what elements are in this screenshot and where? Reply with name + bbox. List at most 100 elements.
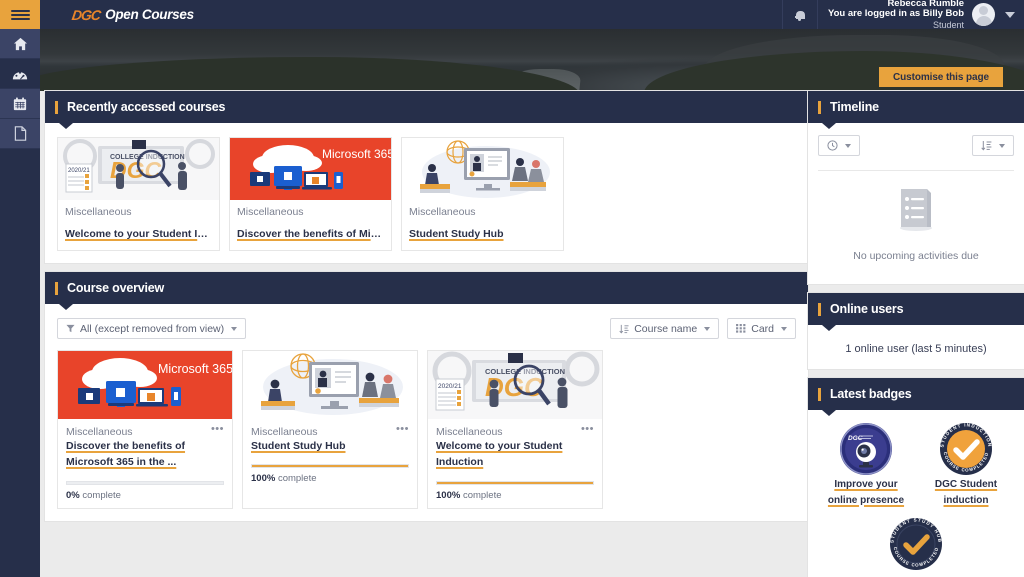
- online-users-block: Online users 1 online user (last 5 minut…: [808, 293, 1024, 369]
- home-icon: [13, 37, 27, 50]
- course-overview-block: Course overview All (except removed from…: [45, 272, 808, 521]
- online-users-text: 1 online user (last 5 minutes): [845, 343, 987, 355]
- left-nav-rail: [0, 29, 40, 577]
- progress-label: 100% complete: [251, 473, 409, 484]
- course-card[interactable]: COLLEGE INDUCTION DGC 2020/21 Miscellane…: [57, 137, 220, 252]
- course-card[interactable]: Miscellaneous ••• Student Study Hub 100%…: [242, 350, 418, 509]
- badge-item[interactable]: STUDENT INDUCTION COURSE COMPLETED DGC S…: [925, 422, 1007, 507]
- microsoft-365-illustration: Microsoft 365: [230, 138, 391, 200]
- badge-student-induction-icon: STUDENT INDUCTION COURSE COMPLETED: [939, 422, 993, 476]
- file-page-icon: [14, 126, 26, 141]
- badge-item[interactable]: DGC Improve your online presence: [825, 422, 907, 507]
- course-title-link[interactable]: Student Study Hub: [409, 227, 556, 241]
- course-card-meta: Miscellaneous ••• Student Study Hub: [243, 419, 417, 454]
- course-filter-label: All (except removed from view): [80, 322, 225, 335]
- block-header: Latest badges: [808, 378, 1024, 416]
- avatar: [972, 3, 995, 26]
- progress-suffix: complete: [82, 489, 121, 501]
- microsoft-365-illustration: Microsoft 365: [58, 351, 232, 420]
- progress-bar: [66, 480, 224, 485]
- user-menu[interactable]: Rebecca Rumble You are logged in as Bill…: [818, 0, 1001, 30]
- badge-webcam-icon: DGC: [839, 422, 893, 476]
- brand-mark: DGC: [70, 6, 102, 23]
- svg-text:2020/21: 2020/21: [68, 168, 90, 174]
- timeline-date-filter[interactable]: [818, 135, 860, 156]
- course-title-link[interactable]: Discover the benefits of Micros..: [237, 227, 384, 241]
- block-title: Latest badges: [830, 387, 912, 401]
- course-card-meta: Miscellaneous Welcome to your Student In…: [58, 200, 219, 250]
- timeline-block: Timeline No upcoming activities due: [808, 91, 1024, 284]
- course-sort-dropdown[interactable]: Course name: [610, 318, 720, 340]
- course-category: Miscellaneous: [65, 206, 132, 218]
- main-column: Recently accessed courses COLLEGE INDUCT…: [45, 91, 808, 530]
- ellipsis-icon[interactable]: •••: [211, 424, 224, 434]
- page-banner: [40, 29, 1024, 91]
- badge-name-link[interactable]: DGC Student induction: [935, 479, 997, 506]
- course-card[interactable]: Microsoft 365 Miscellaneous ••• Discover…: [57, 350, 233, 509]
- customise-page-button[interactable]: Customise this page: [879, 67, 1003, 87]
- sidebar-item-calendar[interactable]: [0, 89, 40, 119]
- progress-bar: [436, 480, 594, 485]
- block-header: Online users: [808, 293, 1024, 331]
- timeline-controls: [818, 135, 1014, 156]
- user-role: Student: [932, 20, 964, 31]
- dashboard-gauge-icon: [12, 71, 28, 79]
- block-header: Recently accessed courses: [45, 91, 808, 129]
- sidebar-item-home[interactable]: [0, 29, 40, 59]
- block-title: Timeline: [830, 100, 879, 114]
- course-card[interactable]: Miscellaneous Student Study Hub: [401, 137, 564, 252]
- course-title-link[interactable]: Welcome to your Student Induc..: [65, 227, 212, 241]
- clock-icon: [827, 140, 838, 151]
- progress-bar: [251, 464, 409, 469]
- timeline-sort-filter[interactable]: [972, 135, 1014, 156]
- recently-accessed-courses-block: Recently accessed courses COLLEGE INDUCT…: [45, 91, 808, 264]
- course-card-meta: Miscellaneous ••• Discover the benefits …: [58, 419, 232, 470]
- course-view-dropdown[interactable]: Card: [727, 318, 796, 340]
- ellipsis-icon[interactable]: •••: [396, 424, 409, 434]
- college-induction-dgc-illustration: COLLEGE INDUCTION DGC 2020/21: [428, 351, 602, 420]
- recently-accessed-list: COLLEGE INDUCTION DGC 2020/21 Miscellane…: [57, 137, 796, 252]
- progress-value: 0%: [66, 489, 80, 501]
- block-body: 1 online user (last 5 minutes): [808, 325, 1024, 369]
- course-title-link[interactable]: Discover the benefits of Microsoft 365 i…: [66, 440, 185, 468]
- sidebar-item-private-files[interactable]: [0, 119, 40, 149]
- sidebar-item-dashboard[interactable]: [0, 59, 40, 89]
- badges-list: DGC Improve your online presence STUDENT…: [808, 410, 1024, 577]
- badge-name-link[interactable]: Improve your online presence: [828, 479, 904, 506]
- sort-az-icon: [619, 324, 629, 334]
- chevron-down-icon: [704, 326, 711, 331]
- page-root: DGC Open Courses Rebecca Rumble You are …: [0, 0, 1024, 577]
- course-card[interactable]: Microsoft 365 Miscellaneous Discover the…: [229, 137, 392, 252]
- chevron-down-icon: [781, 326, 787, 331]
- chevron-down-icon: [999, 143, 1005, 148]
- course-category: Miscellaneous: [66, 426, 133, 439]
- svg-text:Microsoft 365: Microsoft 365: [322, 147, 391, 161]
- course-title-link[interactable]: Welcome to your Student Induction: [436, 440, 562, 468]
- chevron-down-icon[interactable]: [1005, 11, 1015, 18]
- brand-logo[interactable]: DGC Open Courses: [70, 6, 194, 23]
- badge-item[interactable]: STUDENT STUDY HUB COURSE COMPLETED: [875, 517, 957, 571]
- block-title: Recently accessed courses: [67, 100, 226, 114]
- course-card[interactable]: COLLEGE INDUCTION DGC 2020/21 Miscellane…: [427, 350, 603, 509]
- grid-icon: [736, 324, 746, 333]
- course-category: Miscellaneous: [251, 426, 318, 439]
- course-filter-dropdown[interactable]: All (except removed from view): [57, 318, 247, 340]
- students-studying-illustration: [402, 138, 563, 200]
- progress-value: 100%: [251, 473, 276, 485]
- timeline-empty-state: No upcoming activities due: [818, 171, 1014, 274]
- ellipsis-icon[interactable]: •••: [581, 424, 594, 434]
- course-overview-view-controls: Course name Card: [610, 318, 796, 340]
- sort-list-icon: [981, 141, 992, 151]
- navbar-right: Rebecca Rumble You are logged in as Bill…: [781, 0, 1024, 30]
- chevron-down-icon: [231, 326, 238, 331]
- top-navbar: DGC Open Courses Rebecca Rumble You are …: [0, 0, 1024, 30]
- hamburger-icon[interactable]: [0, 0, 40, 29]
- progress-label: 0% complete: [66, 490, 224, 501]
- block-header: Course overview: [45, 272, 808, 311]
- bell-icon[interactable]: [783, 0, 817, 29]
- course-title-link[interactable]: Student Study Hub: [251, 440, 346, 452]
- calendar-icon: [13, 96, 27, 110]
- course-overview-grid: Microsoft 365 Miscellaneous ••• Discover…: [57, 350, 796, 509]
- side-column: Timeline No upcoming activities due Onli…: [808, 91, 1024, 577]
- page-content: Recently accessed courses COLLEGE INDUCT…: [40, 91, 1024, 577]
